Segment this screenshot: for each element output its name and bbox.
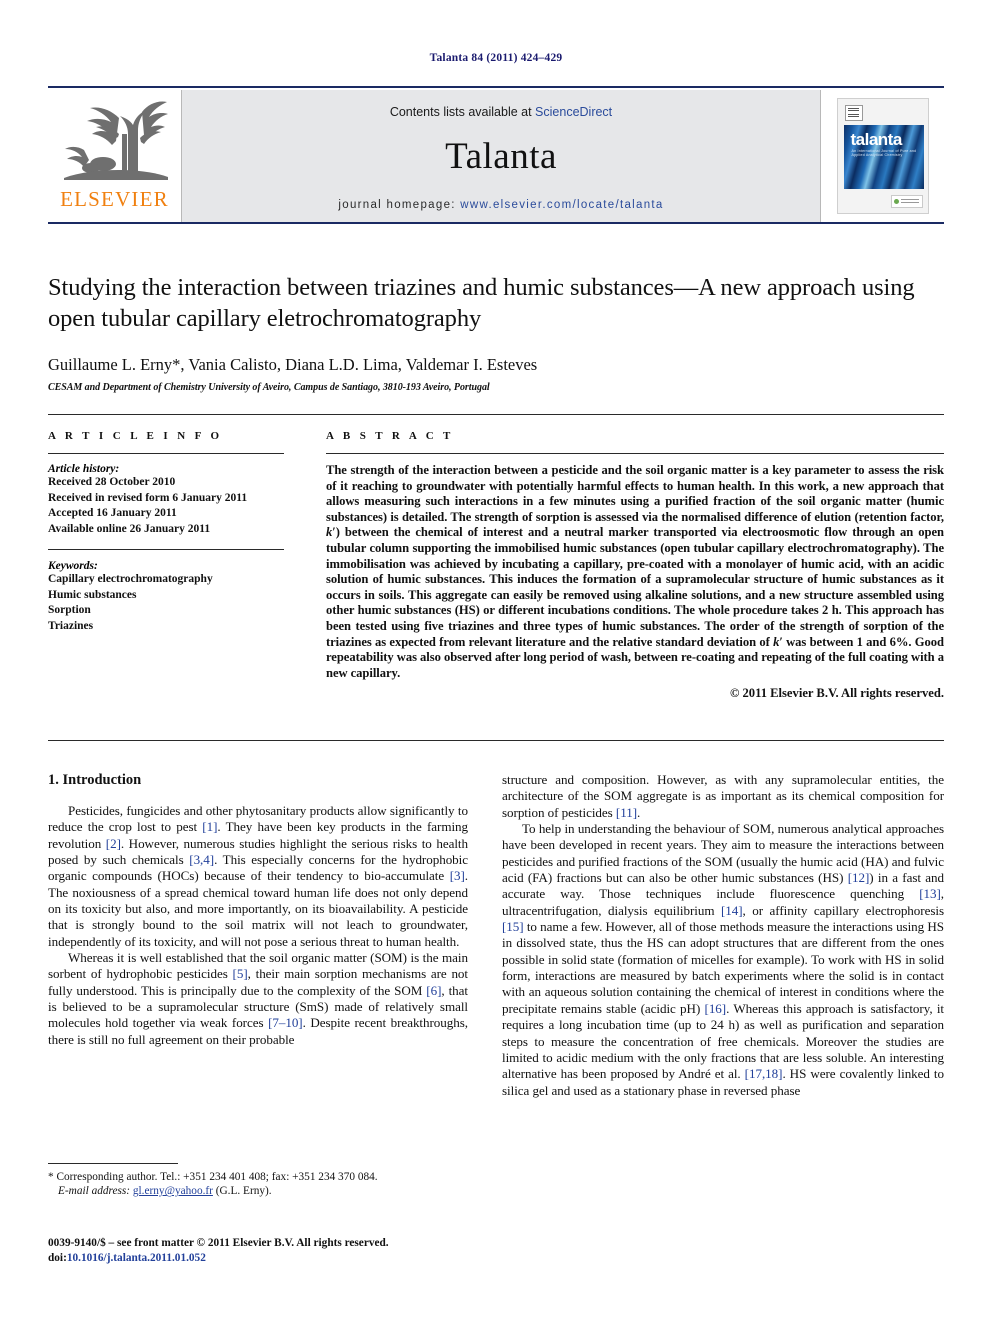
email-link[interactable]: gl.erny@yahoo.fr [133,1185,213,1197]
masthead-center: Contents lists available at ScienceDirec… [182,90,820,222]
citation-ref[interactable]: [3,4] [189,852,214,867]
article-history-item: Received in revised form 6 January 2011 [48,491,248,504]
page-title: Studying the interaction between triazin… [48,274,915,332]
footnote-block: * Corresponding author. Tel.: +351 234 4… [48,1170,468,1199]
citation-ref[interactable]: [5] [233,966,248,981]
journal-title: Talanta [445,136,557,177]
keywords-block: Keywords: Capillary electrochromatograph… [48,560,284,634]
abstract-copyright: © 2011 Elsevier B.V. All rights reserved… [729,686,944,701]
keyword-item: Triazines [48,619,94,632]
article-info-heading: A R T I C L E I N F O [48,430,223,442]
body-paragraph: Pesticides, fungicides and other phytosa… [48,803,468,950]
text-run: , or affinity capillary electrophoresis [742,902,944,918]
article-info-column: A R T I C L E I N F O Article history: R… [48,430,284,634]
keyword-item: Capillary electrochromatography [48,573,213,585]
doi-line: doi:10.1016/j.talanta.2011.01.052 [48,1251,468,1266]
citation-ref[interactable]: [7–10] [268,1015,303,1030]
citation-ref[interactable]: [6] [426,983,441,998]
keyword-item: Sorption [48,604,91,616]
article-history-item: Accepted 16 January 2011 [48,507,177,519]
citation-ref[interactable]: [13] [919,886,941,901]
contents-list-line: Contents lists available at ScienceDirec… [390,105,612,119]
journal-cover-cell: talanta An International Journal of Pure… [820,90,944,222]
citation-ref[interactable]: [1] [202,819,217,834]
info-section-bottom-rule [48,740,944,741]
cover-badge-icon [890,195,923,208]
contents-prefix: Contents lists available at [389,105,536,119]
homepage-url-link[interactable]: www.elsevier.com/locate/talanta [460,199,663,211]
abstract-rule [326,453,944,454]
corresponding-author-note: * Corresponding author. Tel.: +351 234 4… [48,1171,378,1183]
article-history-label: Article history: [48,463,120,475]
text-run: . [637,804,641,820]
keywords-label: Keywords: [48,560,98,572]
email-note: E-mail address: gl.erny@yahoo.fr (G.L. E… [48,1184,468,1198]
email-label: E-mail address: [58,1185,131,1198]
article-info-rule [48,453,284,454]
article-history-item: Available online 26 January 2011 [48,522,211,535]
doi-link[interactable]: 10.1016/j.talanta.2011.01.052 [67,1252,206,1264]
elsevier-tree-icon [63,101,168,180]
journal-cover-thumbnail: talanta An International Journal of Pure… [836,98,929,214]
journal-homepage-line: journal homepage: www.elsevier.com/locat… [338,199,663,211]
abstract-body: The strength of the interaction between … [326,463,944,681]
text-run: structure and composition. However, as w… [502,772,944,820]
cover-title-text: talanta [850,130,903,149]
abstract-part-2: ′) between the chemical of interest and … [326,525,944,649]
running-head: Talanta 84 (2011) 424–429 [429,52,563,64]
citation-ref[interactable]: [12] [848,870,870,885]
abstract-heading: A B S T R A C T [326,430,454,442]
email-owner: (G.L. Erny). [212,1185,272,1198]
footnote-divider [48,1163,178,1164]
citation-ref[interactable]: [2] [106,836,121,851]
citation-ref[interactable]: [16] [705,1001,727,1016]
citation-ref[interactable]: [11] [616,805,637,820]
affiliation: CESAM and Department of Chemistry Univer… [48,382,490,393]
cover-subtitle-text: An International Journal of Pure and App… [851,149,917,157]
body-paragraph: To help in understanding the behaviour o… [502,821,944,1099]
article-history-item: Received 28 October 2010 [48,476,176,488]
body-paragraph: Whereas it is well established that the … [48,950,468,1048]
issn-line: 0039-9140/$ – see front matter © 2011 El… [48,1237,389,1249]
citation-ref[interactable]: [14] [721,903,743,918]
body-column-left: 1. Introduction Pesticides, fungicides a… [48,772,468,1048]
abstract-column: A B S T R A C T The strength of the inte… [326,430,944,701]
body-column-right: structure and composition. However, as w… [502,772,944,1099]
issn-copyright-block: 0039-9140/$ – see front matter © 2011 El… [48,1236,468,1265]
citation-ref[interactable]: [15] [502,919,524,934]
keyword-item: Humic substances [48,588,137,601]
elsevier-logo: ELSEVIER [48,90,182,222]
body-paragraph: structure and composition. However, as w… [502,772,944,821]
citation-ref[interactable]: [17,18] [745,1066,783,1081]
article-info-divider [48,549,284,550]
introduction-heading: 1. Introduction [48,772,142,788]
doi-label: doi: [48,1251,67,1264]
cover-artwork: talanta An International Journal of Pure… [843,125,924,189]
cover-elsevier-icon [844,105,863,121]
author-list: Guillaume L. Erny*, Vania Calisto, Diana… [48,355,538,374]
info-section-top-rule [48,414,944,415]
homepage-label: journal homepage: [338,199,456,211]
citation-ref[interactable]: [3] [450,868,465,883]
paper-page: Talanta 84 (2011) 424–429 ELSEVIER Conte… [0,0,992,1323]
elsevier-wordmark: ELSEVIER [60,187,169,211]
abstract-part-1: The strength of the interaction between … [326,463,944,524]
title-block: Studying the interaction between triazin… [48,272,944,393]
sciencedirect-link[interactable]: ScienceDirect [535,105,612,119]
journal-masthead: ELSEVIER Contents lists available at Sci… [48,86,944,224]
